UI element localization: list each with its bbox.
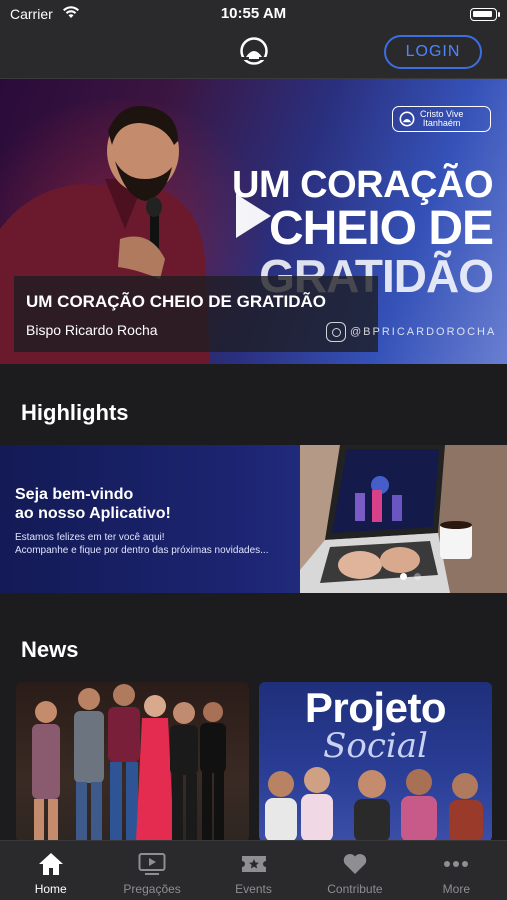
instagram-handle: @BPRICARDOROCHA [350,326,497,338]
clock: 10:55 AM [220,5,287,22]
instagram-tag: @BPRICARDOROCHA [326,322,496,342]
highlight-body-line-1: Estamos felizes em ter você aqui! [15,532,165,543]
person-1 [32,701,60,842]
ticket-icon [240,851,268,877]
video-icon [138,851,166,877]
instagram-icon [326,322,346,342]
brand-badge: Cristo Vive Itanhaém [392,106,491,132]
tab-label: Home [34,882,67,896]
news-card-image-subtitle: Social [323,726,428,766]
news-card-image-title: Projeto [304,684,447,731]
more-icon [442,851,470,877]
highlights-heading: Highlights [21,400,129,425]
brand-line-2: Itanhaém [422,118,461,128]
news-card[interactable]: Projeto Social [259,682,492,842]
person-5 [170,702,198,842]
laptop-photo [300,445,507,593]
highlight-title-line-1: Seja bem-vindo [15,486,134,503]
top-nav-bar: LOGIN [0,28,507,79]
highlight-banner[interactable]: Seja bem-vindo ao nosso Aplicativo! Esta… [0,445,507,593]
news-card[interactable] [16,682,249,842]
brand-text: Cristo Vive Itanhaém [420,110,463,128]
sermon-speaker: Bispo Ricardo Rocha [26,322,158,338]
group-photo [32,684,226,842]
person-4 [136,695,174,842]
status-bar: Carrier 10:55 AM [0,0,507,28]
login-button[interactable]: LOGIN [384,35,482,69]
person-3 [108,684,140,842]
person-6 [200,702,226,842]
tab-label: Pregações [123,882,181,896]
carousel-indicator[interactable] [400,573,421,580]
carousel-dot-2[interactable] [414,573,421,580]
play-icon[interactable] [232,191,274,241]
church-logo-icon[interactable] [239,36,269,66]
highlight-title-line-2: ao nosso Aplicativo! [15,505,171,522]
church-logo-icon [399,111,415,127]
sermon-title: UM CORAÇÃO CHEIO DE GRATIDÃO [26,292,327,311]
highlight-body-line-2: Acompanhe e fique por dentro das próxima… [15,545,269,556]
heart-icon [341,851,369,877]
tab-label: Events [235,882,272,896]
home-icon [37,851,65,877]
tab-label: Contribute [327,882,383,896]
tab-contribute[interactable]: Contribute [304,841,405,900]
tab-pregacoes[interactable]: Pregações [101,841,202,900]
tab-more[interactable]: More [406,841,507,900]
tab-bar: Home Pregações Events Contribute More [0,840,507,900]
highlight-title: Seja bem-vindo ao nosso Aplicativo! [15,485,171,523]
tab-home[interactable]: Home [0,841,101,900]
highlight-body: Estamos felizes em ter você aqui! Acompa… [15,531,269,557]
person-2 [74,688,104,842]
carousel-dot-1[interactable] [400,573,407,580]
tab-events[interactable]: Events [203,841,304,900]
sermon-caption: UM CORAÇÃO CHEIO DE GRATIDÃO Bispo Ricar… [14,276,378,352]
news-heading: News [21,637,79,662]
volunteers-photo [265,767,483,842]
featured-sermon-banner[interactable]: Cristo Vive Itanhaém UM CORAÇÃO CHEIO DE… [0,79,507,364]
tab-label: More [442,882,470,896]
battery-icon [470,8,500,21]
